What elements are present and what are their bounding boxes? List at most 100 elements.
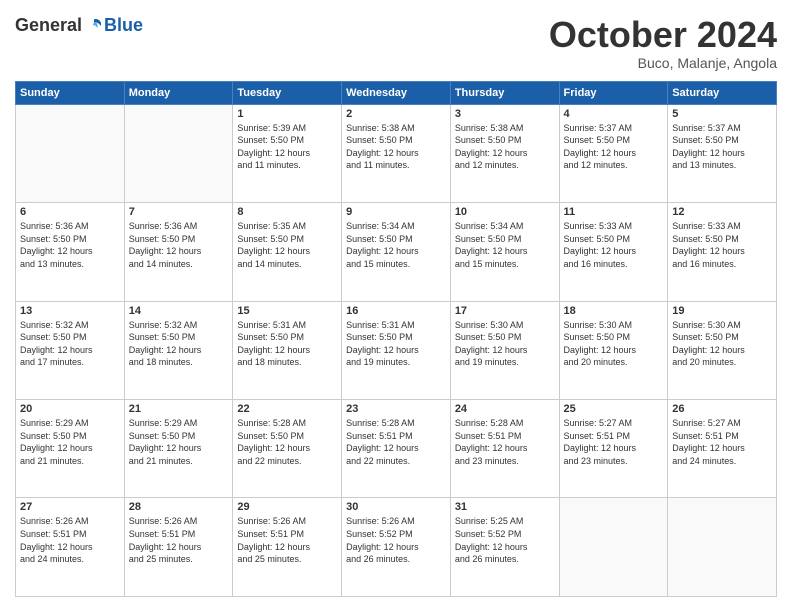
day-info: Sunrise: 5:35 AM Sunset: 5:50 PM Dayligh…: [237, 220, 337, 270]
calendar-week-row: 20 Sunrise: 5:29 AM Sunset: 5:50 PM Dayli…: [16, 400, 777, 498]
header-thursday: Thursday: [450, 81, 559, 104]
day-info: Sunrise: 5:25 AM Sunset: 5:52 PM Dayligh…: [455, 515, 555, 565]
table-row: 16 Sunrise: 5:31 AM Sunset: 5:50 PM Dayli…: [342, 301, 451, 399]
day-number: 3: [455, 108, 555, 120]
table-row: 3 Sunrise: 5:38 AM Sunset: 5:50 PM Daylig…: [450, 104, 559, 202]
table-row: 8 Sunrise: 5:35 AM Sunset: 5:50 PM Daylig…: [233, 203, 342, 301]
day-number: 26: [672, 403, 772, 415]
day-info: Sunrise: 5:29 AM Sunset: 5:50 PM Dayligh…: [129, 417, 229, 467]
header-wednesday: Wednesday: [342, 81, 451, 104]
day-number: 2: [346, 108, 446, 120]
day-number: 14: [129, 305, 229, 317]
table-row: 23Sunrise: 5:28 AM Sunset: 5:51 PM Dayli…: [342, 400, 451, 498]
day-number: 8: [237, 206, 337, 218]
table-row: 9Sunrise: 5:34 AM Sunset: 5:50 PM Daylig…: [342, 203, 451, 301]
day-number: 6: [20, 206, 120, 218]
table-row: 30Sunrise: 5:26 AM Sunset: 5:52 PM Dayli…: [342, 498, 451, 597]
table-row: 22 Sunrise: 5:28 AM Sunset: 5:50 PM Dayli…: [233, 400, 342, 498]
day-info: Sunrise: 5:39 AM Sunset: 5:50 PM Dayligh…: [237, 122, 337, 172]
header-sunday: Sunday: [16, 81, 125, 104]
table-row: 1 Sunrise: 5:39 AM Sunset: 5:50 PM Daylig…: [233, 104, 342, 202]
day-number: 13: [20, 305, 120, 317]
table-row: 17Sunrise: 5:30 AM Sunset: 5:50 PM Dayli…: [450, 301, 559, 399]
table-row: 13 Sunrise: 5:32 AM Sunset: 5:50 PM Dayli…: [16, 301, 125, 399]
table-row: 6 Sunrise: 5:36 AM Sunset: 5:50 PM Daylig…: [16, 203, 125, 301]
table-row: [16, 104, 125, 202]
location: Buco, Malanje, Angola: [549, 55, 777, 71]
table-row: 19 Sunrise: 5:30 AM Sunset: 5:50 PM Dayli…: [668, 301, 777, 399]
calendar-table: Sunday Monday Tuesday Wednesday Thursday…: [15, 81, 777, 597]
header: General Blue October 2024 Buco, Malanje,…: [15, 15, 777, 71]
day-info: Sunrise: 5:33 AM Sunset: 5:50 PM Dayligh…: [564, 220, 664, 270]
calendar-week-row: 27 Sunrise: 5:26 AM Sunset: 5:51 PM Dayli…: [16, 498, 777, 597]
day-number: 23: [346, 403, 446, 415]
calendar-week-row: 1 Sunrise: 5:39 AM Sunset: 5:50 PM Daylig…: [16, 104, 777, 202]
day-number: 4: [564, 108, 664, 120]
day-info: Sunrise: 5:28 AM Sunset: 5:50 PM Dayligh…: [237, 417, 337, 467]
day-number: 31: [455, 501, 555, 513]
day-number: 7: [129, 206, 229, 218]
day-info: Sunrise: 5:27 AM Sunset: 5:51 PM Dayligh…: [564, 417, 664, 467]
day-number: 10: [455, 206, 555, 218]
table-row: 31 Sunrise: 5:25 AM Sunset: 5:52 PM Dayli…: [450, 498, 559, 597]
table-row: 12 Sunrise: 5:33 AM Sunset: 5:50 PM Dayli…: [668, 203, 777, 301]
logo: General Blue: [15, 15, 143, 36]
table-row: 18Sunrise: 5:30 AM Sunset: 5:50 PM Dayli…: [559, 301, 668, 399]
day-info: Sunrise: 5:31 AM Sunset: 5:50 PM Dayligh…: [346, 319, 446, 369]
day-number: 11: [564, 206, 664, 218]
day-info: Sunrise: 5:29 AM Sunset: 5:50 PM Dayligh…: [20, 417, 120, 467]
logo-general-text: General: [15, 15, 82, 36]
day-info: Sunrise: 5:33 AM Sunset: 5:50 PM Dayligh…: [672, 220, 772, 270]
day-number: 25: [564, 403, 664, 415]
table-row: [668, 498, 777, 597]
day-info: Sunrise: 5:30 AM Sunset: 5:50 PM Dayligh…: [672, 319, 772, 369]
day-info: Sunrise: 5:38 AM Sunset: 5:50 PM Dayligh…: [346, 122, 446, 172]
table-row: 26 Sunrise: 5:27 AM Sunset: 5:51 PM Dayli…: [668, 400, 777, 498]
logo-text: General Blue: [15, 15, 143, 36]
title-section: October 2024 Buco, Malanje, Angola: [549, 15, 777, 71]
day-number: 5: [672, 108, 772, 120]
day-info: Sunrise: 5:28 AM Sunset: 5:51 PM Dayligh…: [455, 417, 555, 467]
day-number: 1: [237, 108, 337, 120]
day-number: 20: [20, 403, 120, 415]
day-info: Sunrise: 5:27 AM Sunset: 5:51 PM Dayligh…: [672, 417, 772, 467]
day-number: 17: [455, 305, 555, 317]
day-info: Sunrise: 5:38 AM Sunset: 5:50 PM Dayligh…: [455, 122, 555, 172]
logo-bird-icon: [84, 16, 104, 36]
table-row: 27Sunrise: 5:26 AM Sunset: 5:51 PM Dayli…: [16, 498, 125, 597]
table-row: 15Sunrise: 5:31 AM Sunset: 5:50 PM Dayli…: [233, 301, 342, 399]
day-number: 19: [672, 305, 772, 317]
table-row: 11 Sunrise: 5:33 AM Sunset: 5:50 PM Dayli…: [559, 203, 668, 301]
day-number: 18: [564, 305, 664, 317]
table-row: 21Sunrise: 5:29 AM Sunset: 5:50 PM Dayli…: [124, 400, 233, 498]
header-saturday: Saturday: [668, 81, 777, 104]
table-row: 4 Sunrise: 5:37 AM Sunset: 5:50 PM Daylig…: [559, 104, 668, 202]
table-row: [124, 104, 233, 202]
day-info: Sunrise: 5:32 AM Sunset: 5:50 PM Dayligh…: [20, 319, 120, 369]
table-row: 24Sunrise: 5:28 AM Sunset: 5:51 PM Dayli…: [450, 400, 559, 498]
table-row: 10 Sunrise: 5:34 AM Sunset: 5:50 PM Dayli…: [450, 203, 559, 301]
day-info: Sunrise: 5:37 AM Sunset: 5:50 PM Dayligh…: [672, 122, 772, 172]
table-row: 29Sunrise: 5:26 AM Sunset: 5:51 PM Dayli…: [233, 498, 342, 597]
day-number: 22: [237, 403, 337, 415]
day-info: Sunrise: 5:34 AM Sunset: 5:50 PM Dayligh…: [346, 220, 446, 270]
day-info: Sunrise: 5:37 AM Sunset: 5:50 PM Dayligh…: [564, 122, 664, 172]
table-row: 7Sunrise: 5:36 AM Sunset: 5:50 PM Daylig…: [124, 203, 233, 301]
table-row: 20 Sunrise: 5:29 AM Sunset: 5:50 PM Dayli…: [16, 400, 125, 498]
calendar-week-row: 6 Sunrise: 5:36 AM Sunset: 5:50 PM Daylig…: [16, 203, 777, 301]
table-row: 14Sunrise: 5:32 AM Sunset: 5:50 PM Dayli…: [124, 301, 233, 399]
day-number: 27: [20, 501, 120, 513]
month-title: October 2024: [549, 15, 777, 55]
calendar-header-row: Sunday Monday Tuesday Wednesday Thursday…: [16, 81, 777, 104]
day-info: Sunrise: 5:26 AM Sunset: 5:51 PM Dayligh…: [129, 515, 229, 565]
day-number: 12: [672, 206, 772, 218]
header-monday: Monday: [124, 81, 233, 104]
day-number: 30: [346, 501, 446, 513]
day-info: Sunrise: 5:34 AM Sunset: 5:50 PM Dayligh…: [455, 220, 555, 270]
day-number: 15: [237, 305, 337, 317]
day-info: Sunrise: 5:36 AM Sunset: 5:50 PM Dayligh…: [20, 220, 120, 270]
day-number: 16: [346, 305, 446, 317]
table-row: 28 Sunrise: 5:26 AM Sunset: 5:51 PM Dayli…: [124, 498, 233, 597]
calendar-week-row: 13 Sunrise: 5:32 AM Sunset: 5:50 PM Dayli…: [16, 301, 777, 399]
day-number: 28: [129, 501, 229, 513]
